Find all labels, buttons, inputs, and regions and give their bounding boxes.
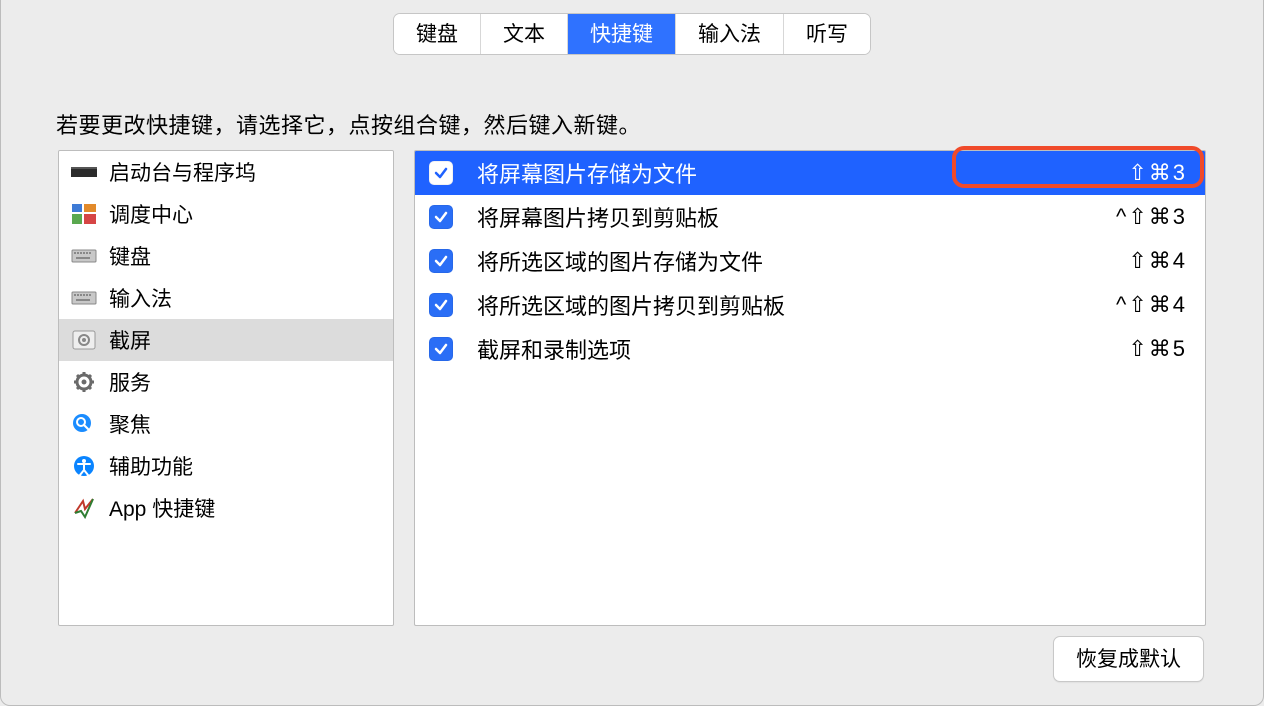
launchpad-icon xyxy=(71,161,97,183)
shortcut-keys: ^⇧⌘3 xyxy=(1116,204,1187,230)
shortcut-keys: ⇧⌘4 xyxy=(1128,248,1187,274)
shortcut-row[interactable]: 将所选区域的图片拷贝到剪贴板 ^⇧⌘4 xyxy=(415,283,1205,327)
sidebar-item-label: 截屏 xyxy=(109,325,151,355)
sidebar-item-services[interactable]: 服务 xyxy=(59,361,393,403)
mission-control-icon xyxy=(71,203,97,225)
sidebar-item-keyboard[interactable]: 键盘 xyxy=(59,235,393,277)
sidebar-item-label: 键盘 xyxy=(109,241,151,271)
tab-text[interactable]: 文本 xyxy=(481,14,568,54)
keyboard-icon xyxy=(71,245,97,267)
sidebar-item-label: 聚焦 xyxy=(109,409,151,439)
checkbox[interactable] xyxy=(429,337,453,361)
tab-input[interactable]: 输入法 xyxy=(676,14,784,54)
sidebar-item-spotlight[interactable]: 聚焦 xyxy=(59,403,393,445)
shortcut-label: 将所选区域的图片拷贝到剪贴板 xyxy=(477,289,1092,321)
shortcut-label: 将屏幕图片存储为文件 xyxy=(477,157,1104,189)
category-sidebar[interactable]: 启动台与程序坞 调度中心 键盘 输入法 截屏 xyxy=(58,150,394,626)
shortcut-row[interactable]: 将所选区域的图片存储为文件 ⇧⌘4 xyxy=(415,239,1205,283)
shortcut-keys: ^⇧⌘4 xyxy=(1116,292,1187,318)
appshortcut-icon xyxy=(71,497,97,519)
shortcut-list[interactable]: 将屏幕图片存储为文件 ⇧⌘3 将屏幕图片拷贝到剪贴板 ^⇧⌘3 将所选区域的图片… xyxy=(414,150,1206,626)
shortcut-label: 将屏幕图片拷贝到剪贴板 xyxy=(477,201,1092,233)
settings-tabbar: 键盘 文本 快捷键 输入法 听写 xyxy=(394,14,870,54)
sidebar-item-mission-control[interactable]: 调度中心 xyxy=(59,193,393,235)
instruction-text: 若要更改快捷键，请选择它，点按组合键，然后键入新键。 xyxy=(56,108,641,140)
tab-shortcuts[interactable]: 快捷键 xyxy=(568,14,676,54)
gear-icon xyxy=(71,371,97,393)
shortcut-label: 截屏和录制选项 xyxy=(477,333,1104,365)
checkbox[interactable] xyxy=(429,161,453,185)
sidebar-item-label: 辅助功能 xyxy=(109,451,193,481)
restore-defaults-button[interactable]: 恢复成默认 xyxy=(1053,636,1204,682)
tab-keyboard[interactable]: 键盘 xyxy=(394,14,481,54)
sidebar-item-label: 输入法 xyxy=(109,283,172,313)
shortcut-keys: ⇧⌘3 xyxy=(1128,160,1187,186)
shortcut-row[interactable]: 截屏和录制选项 ⇧⌘5 xyxy=(415,327,1205,371)
checkbox[interactable] xyxy=(429,205,453,229)
shortcut-row[interactable]: 将屏幕图片存储为文件 ⇧⌘3 xyxy=(415,151,1205,195)
tab-dictation[interactable]: 听写 xyxy=(784,14,870,54)
sidebar-item-screenshots[interactable]: 截屏 xyxy=(59,319,393,361)
shortcut-row[interactable]: 将屏幕图片拷贝到剪贴板 ^⇧⌘3 xyxy=(415,195,1205,239)
accessibility-icon xyxy=(71,455,97,477)
shortcut-keys: ⇧⌘5 xyxy=(1128,336,1187,362)
checkbox[interactable] xyxy=(429,249,453,273)
checkbox[interactable] xyxy=(429,293,453,317)
sidebar-item-input-sources[interactable]: 输入法 xyxy=(59,277,393,319)
sidebar-item-label: 启动台与程序坞 xyxy=(109,157,256,187)
screenshot-icon xyxy=(71,329,97,351)
shortcut-label: 将所选区域的图片存储为文件 xyxy=(477,245,1104,277)
sidebar-item-label: App 快捷键 xyxy=(109,493,215,523)
sidebar-item-label: 调度中心 xyxy=(109,199,193,229)
panels-container: 启动台与程序坞 调度中心 键盘 输入法 截屏 xyxy=(58,150,1206,626)
sidebar-item-accessibility[interactable]: 辅助功能 xyxy=(59,445,393,487)
sidebar-item-app-shortcuts[interactable]: App 快捷键 xyxy=(59,487,393,529)
sidebar-item-launchpad[interactable]: 启动台与程序坞 xyxy=(59,151,393,193)
sidebar-item-label: 服务 xyxy=(109,367,151,397)
keyboard-icon xyxy=(71,287,97,309)
spotlight-icon xyxy=(71,413,97,435)
